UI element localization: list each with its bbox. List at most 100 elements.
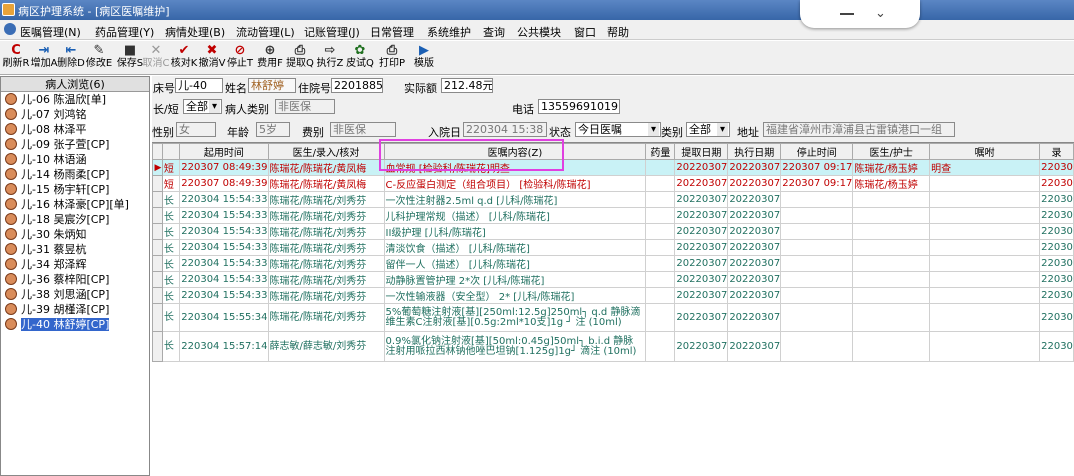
cell-fetch[interactable]: 20220307 <box>674 239 729 256</box>
cell-note[interactable] <box>929 271 1041 288</box>
cell-nurse[interactable] <box>852 239 931 256</box>
cell-nurse[interactable] <box>852 331 931 362</box>
minimize-icon[interactable] <box>840 13 854 15</box>
cell-note[interactable] <box>929 223 1041 240</box>
patient-item[interactable]: 儿-34 郑泽辉 <box>1 257 149 272</box>
patient-item[interactable]: 儿-40 林舒婷[CP] <box>1 317 149 332</box>
cell-rec[interactable]: 22030 <box>1039 271 1074 288</box>
cell-content[interactable]: C-反应蛋白测定（组合项目） [检验科/陈瑞花] <box>383 175 647 192</box>
table-row[interactable]: 长 220304 15:57:14 薛志敏/薛志敏/刘秀芬 0.9%氯化钠注射液[基]… <box>152 331 1074 362</box>
bed-field[interactable]: 儿-40 <box>175 78 223 93</box>
cell-rec[interactable]: 22030 <box>1039 239 1074 256</box>
menu-item-5[interactable]: 日常管理 <box>370 24 414 40</box>
cell-start[interactable]: 220304 15:57:14 <box>179 331 269 362</box>
cell-doc[interactable]: 陈瑞花/陈瑞花/黄凤梅 <box>267 175 385 192</box>
patient-item[interactable]: 儿-10 林语涵 <box>1 152 149 167</box>
cell-rec[interactable]: 22030 <box>1039 191 1074 208</box>
patient-item[interactable]: 儿-06 陈温欣[单] <box>1 92 149 107</box>
cell-note[interactable] <box>929 255 1041 272</box>
cell-start[interactable]: 220307 08:49:39 <box>179 175 269 192</box>
cell-exec[interactable]: 20220307 <box>727 331 782 362</box>
cell-dose[interactable] <box>645 287 676 304</box>
cell-rec[interactable]: 22030 <box>1039 175 1074 192</box>
cell-doc[interactable]: 陈瑞花/陈瑞花/刘秀芬 <box>267 207 385 224</box>
cell-content[interactable]: 一次性输液器（安全型） 2* [儿科/陈瑞花] <box>383 287 647 304</box>
cell-note[interactable] <box>929 303 1041 332</box>
cell-rec[interactable]: 22030 <box>1039 223 1074 240</box>
table-row[interactable]: 长 220304 15:54:33 陈瑞花/陈瑞花/刘秀芬 留伴一人（描述） [儿科/… <box>152 255 1074 272</box>
menu-item-6[interactable]: 系统维护 <box>427 24 471 40</box>
toolbar-button-14[interactable]: ▶ 模版 <box>410 43 438 73</box>
cell-exec[interactable]: 20220307 <box>727 239 782 256</box>
cell-note[interactable] <box>929 287 1041 304</box>
toolbar-button-2[interactable]: ⇤ 删除D <box>57 43 85 73</box>
grid-header-6[interactable]: 提取日期 <box>674 143 729 160</box>
patient-item[interactable]: 儿-07 刘鸿铭 <box>1 107 149 122</box>
cell-start[interactable]: 220304 15:54:33 <box>179 207 269 224</box>
cell-fetch[interactable]: 20220307 <box>674 255 729 272</box>
cell-stop[interactable] <box>780 331 854 362</box>
class-select[interactable]: 全部 <box>686 122 730 137</box>
inpatient-field[interactable]: 2201885 <box>331 78 383 93</box>
cell-note[interactable]: 明查 <box>929 159 1041 176</box>
cell-doc[interactable]: 陈瑞花/陈瑞花/刘秀芬 <box>267 223 385 240</box>
cell-exec[interactable]: 20220307 <box>727 271 782 288</box>
cell-doc[interactable]: 陈瑞花/陈瑞花/刘秀芬 <box>267 191 385 208</box>
cell-type[interactable]: 长 <box>161 207 181 224</box>
menu-item-7[interactable]: 查询 <box>483 24 505 40</box>
patient-item[interactable]: 儿-39 胡槿泽[CP] <box>1 302 149 317</box>
cell-doc[interactable]: 陈瑞花/陈瑞花/刘秀芬 <box>267 303 385 332</box>
cell-rec[interactable]: 22030 <box>1039 303 1074 332</box>
grid-header-8[interactable]: 停止时间 <box>780 143 854 160</box>
toolbar-button-8[interactable]: ⊘ 停止T <box>226 43 254 73</box>
cell-doc[interactable]: 陈瑞花/陈瑞花/黄凤梅 <box>267 159 385 176</box>
cell-stop[interactable] <box>780 191 854 208</box>
grid-header-1[interactable] <box>161 143 181 160</box>
cell-type[interactable]: 长 <box>161 271 181 288</box>
cell-nurse[interactable] <box>852 303 931 332</box>
patient-item[interactable]: 儿-36 蔡梓阳[CP] <box>1 272 149 287</box>
menu-item-8[interactable]: 公共模块 <box>517 24 561 40</box>
cell-content[interactable]: 5%葡萄糖注射液[基][250ml:12.5g]250ml┐ q.d 静脉滴 维… <box>383 303 647 332</box>
cell-nurse[interactable]: 陈瑞花/杨玉婷 <box>852 175 931 192</box>
cell-nurse[interactable] <box>852 207 931 224</box>
toolbar-button-6[interactable]: ✔ 核对K <box>170 43 198 73</box>
toolbar-button-4[interactable]: ■ 保存S <box>116 43 144 73</box>
table-row[interactable]: 长 220304 15:54:33 陈瑞花/陈瑞花/刘秀芬 动静脉置管护理 2*次 [… <box>152 271 1074 288</box>
cell-dose[interactable] <box>645 175 676 192</box>
patient-item[interactable]: 儿-09 张子萱[CP] <box>1 137 149 152</box>
cell-exec[interactable]: 20220307 <box>727 159 782 176</box>
toolbar-button-1[interactable]: ⇥ 增加A <box>30 43 58 73</box>
cell-content[interactable]: 留伴一人（描述） [儿科/陈瑞花] <box>383 255 647 272</box>
cell-nurse[interactable] <box>852 191 931 208</box>
cell-dose[interactable] <box>645 331 676 362</box>
cell-start[interactable]: 220304 15:54:33 <box>179 271 269 288</box>
cell-content[interactable]: 0.9%氯化钠注射液[基][50ml:0.45g]50ml┐ b.i.d 静脉 … <box>383 331 647 362</box>
cell-exec[interactable]: 20220307 <box>727 223 782 240</box>
cell-exec[interactable]: 20220307 <box>727 207 782 224</box>
table-row[interactable]: 长 220304 15:54:33 陈瑞花/陈瑞花/刘秀芬 儿科护理常规（描述） [儿… <box>152 207 1074 224</box>
toolbar-button-3[interactable]: ✎ 修改E <box>85 43 113 73</box>
patient-item[interactable]: 儿-16 林泽豪[CP][单] <box>1 197 149 212</box>
cell-dose[interactable] <box>645 207 676 224</box>
cell-exec[interactable]: 20220307 <box>727 175 782 192</box>
grid-header-5[interactable]: 药量 <box>645 143 676 160</box>
cell-type[interactable]: 长 <box>161 255 181 272</box>
cell-note[interactable] <box>929 191 1041 208</box>
toolbar-button-12[interactable]: ✿ 皮试Q <box>346 43 374 73</box>
cell-stop[interactable]: 220307 09:17 <box>780 175 854 192</box>
cell-start[interactable]: 220304 15:55:34 <box>179 303 269 332</box>
cell-rec[interactable]: 22030 <box>1039 159 1074 176</box>
cell-rec[interactable]: 22030 <box>1039 255 1074 272</box>
patient-item[interactable]: 儿-08 林泽平 <box>1 122 149 137</box>
cell-start[interactable]: 220304 15:54:33 <box>179 255 269 272</box>
cell-type[interactable]: 长 <box>161 239 181 256</box>
cell-note[interactable] <box>929 207 1041 224</box>
cell-stop[interactable] <box>780 271 854 288</box>
cell-type[interactable]: 长 <box>161 303 181 332</box>
cell-dose[interactable] <box>645 191 676 208</box>
table-row[interactable]: 长 220304 15:54:33 陈瑞花/陈瑞花/刘秀芬 II级护理 [儿科/陈瑞花… <box>152 223 1074 240</box>
menu-item-9[interactable]: 窗口 <box>574 24 596 40</box>
cell-stop[interactable]: 220307 09:17 <box>780 159 854 176</box>
menu-item-3[interactable]: 流动管理(L) <box>236 24 295 40</box>
